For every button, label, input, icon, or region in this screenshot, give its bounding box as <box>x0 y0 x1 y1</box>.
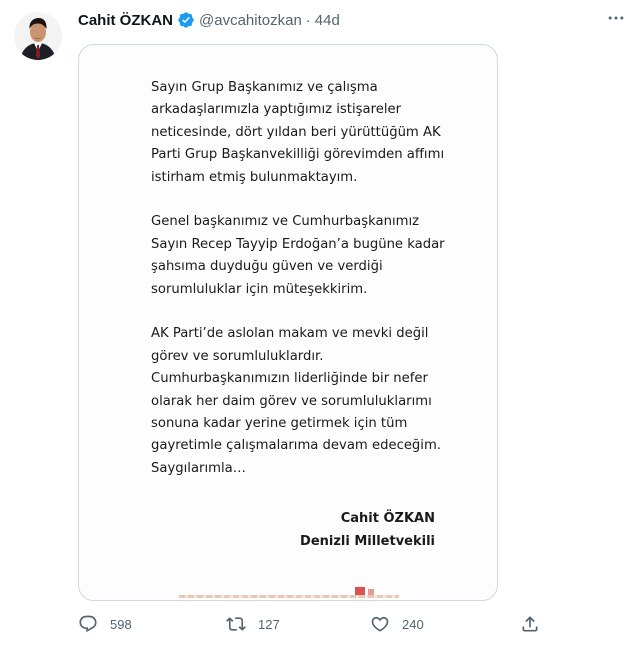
tweet-actions: 598 127 240 <box>78 612 548 636</box>
reply-icon <box>79 615 97 633</box>
verified-badge-icon <box>177 11 195 29</box>
share-button[interactable] <box>520 612 540 636</box>
statement-closing: Saygılarımla… <box>151 460 246 476</box>
statement-paragraph-3: AK Parti’de aslolan makam ve mevki değil… <box>151 326 442 454</box>
avatar-image <box>14 12 62 60</box>
separator-dot: · <box>305 11 311 29</box>
avatar[interactable] <box>14 12 62 60</box>
like-count: 240 <box>402 616 424 632</box>
share-icon <box>522 616 538 632</box>
author-name[interactable]: Cahit ÖZKAN <box>78 12 173 29</box>
tweet-header: Cahit ÖZKAN @avcahitozkan · 44d <box>78 10 340 30</box>
signature-block: Cahit ÖZKAN Denizli Milletvekili <box>300 507 435 553</box>
like-button[interactable]: 240 <box>370 612 424 636</box>
retweet-button[interactable]: 127 <box>226 612 280 636</box>
letterhead-footer-decoration <box>179 595 399 598</box>
author-handle[interactable]: @avcahitozkan <box>199 12 302 29</box>
reply-button[interactable]: 598 <box>78 612 132 636</box>
heart-icon <box>371 616 389 632</box>
statement-document: Sayın Grup Başkanımız ve çalışma arkadaş… <box>151 77 451 480</box>
tweet-timestamp[interactable]: 44d <box>315 12 340 29</box>
statement-paragraph-2: Genel başkanımız ve Cumhurbaşkanımız Say… <box>151 214 445 297</box>
flag-icon <box>355 587 365 595</box>
statement-paragraph-1: Sayın Grup Başkanımız ve çalışma arkadaş… <box>151 80 445 185</box>
tweet-media-image[interactable]: Sayın Grup Başkanımız ve çalışma arkadaş… <box>78 44 498 601</box>
retweet-icon <box>226 617 246 631</box>
signature-title: Denizli Milletvekili <box>300 534 435 549</box>
reply-count: 598 <box>110 616 132 632</box>
signature-name: Cahit ÖZKAN <box>340 511 435 526</box>
retweet-count: 127 <box>258 616 280 632</box>
more-options-icon[interactable] <box>604 8 628 28</box>
emblem-icon <box>368 589 374 595</box>
